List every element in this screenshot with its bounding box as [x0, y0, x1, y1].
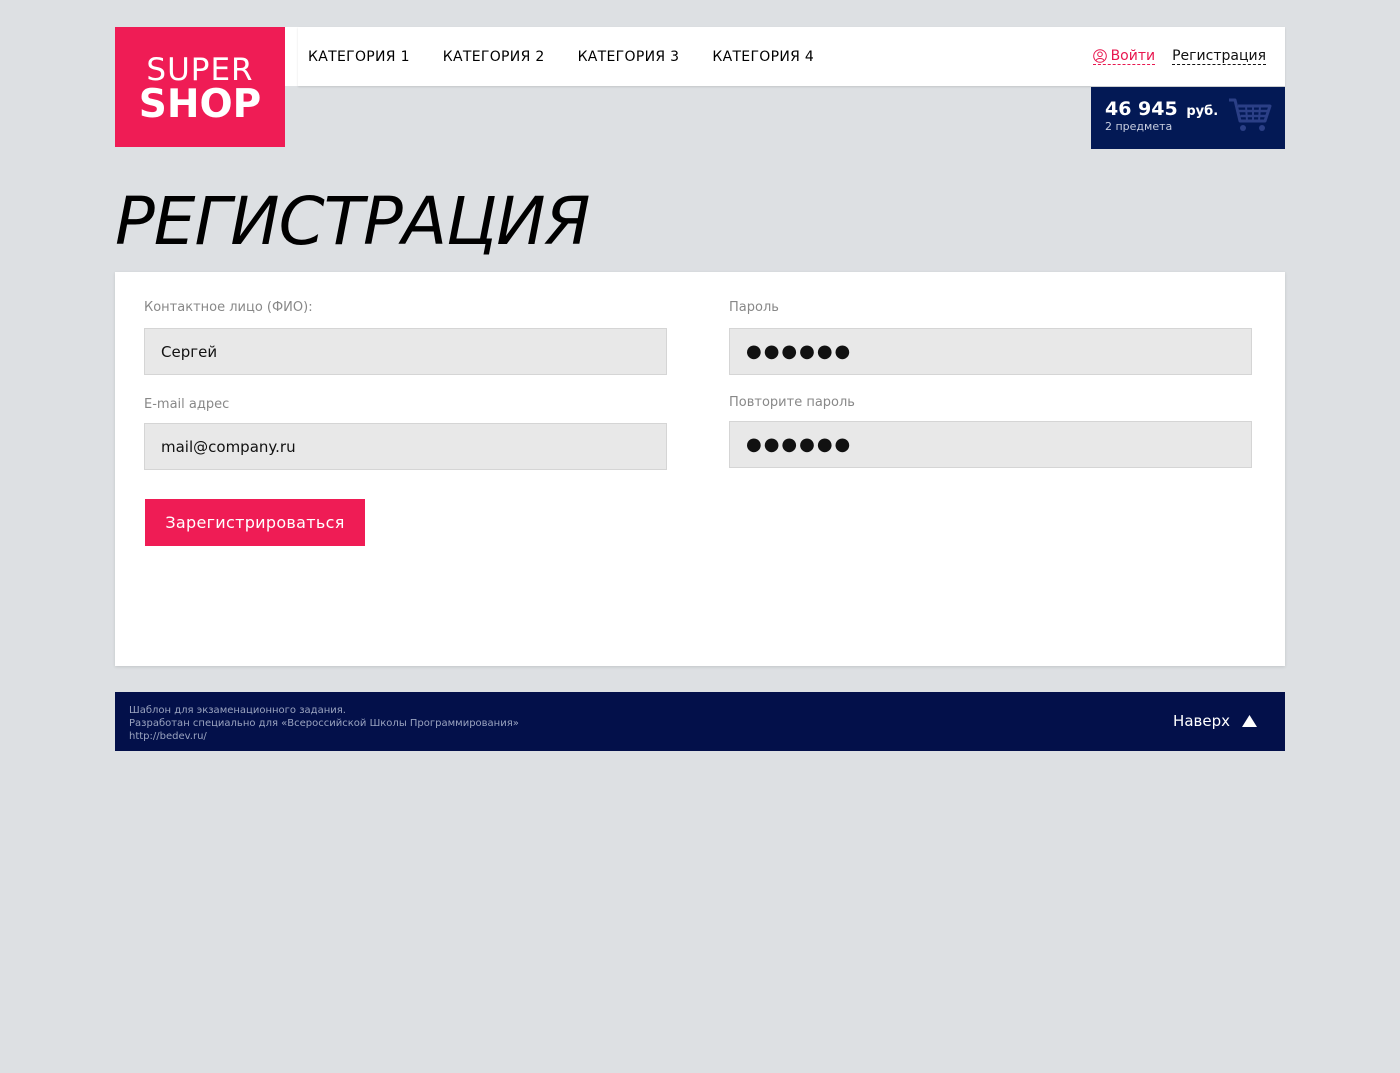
logo[interactable]: SUPER SHOP	[115, 27, 285, 147]
nav-item-category-3[interactable]: КАТЕГОРИЯ 3	[578, 49, 680, 65]
category-nav: КАТЕГОРИЯ 1 КАТЕГОРИЯ 2 КАТЕГОРИЯ 3 КАТЕ…	[308, 27, 847, 86]
footer-text: Шаблон для экзаменационного задания. Раз…	[129, 704, 519, 743]
page-title: РЕГИСТРАЦИЯ	[115, 183, 590, 260]
register-link[interactable]: Регистрация	[1172, 48, 1266, 65]
cart-icon	[1229, 98, 1272, 131]
logo-line-2: SHOP	[138, 82, 262, 127]
name-label: Контактное лицо (ФИО):	[144, 300, 313, 315]
cart-item-count: 2 предмета	[1105, 120, 1173, 133]
cart-total-value: 46 945	[1105, 98, 1178, 120]
footer-line-1: Шаблон для экзаменационного задания.	[129, 705, 346, 716]
topbar-gap	[285, 27, 298, 86]
email-label: E-mail адрес	[144, 397, 230, 412]
email-input[interactable]	[144, 423, 667, 470]
triangle-up-icon	[1242, 715, 1257, 727]
footer-line-2: Разработан специально для «Всероссийской…	[129, 718, 519, 729]
nav-item-category-2[interactable]: КАТЕГОРИЯ 2	[443, 49, 545, 65]
user-icon	[1092, 49, 1107, 63]
nav-item-category-1[interactable]: КАТЕГОРИЯ 1	[308, 49, 410, 65]
footer-line-3[interactable]: http://bedev.ru/	[129, 730, 519, 743]
back-to-top-label: Наверх	[1173, 712, 1230, 730]
cart-currency: руб.	[1186, 104, 1219, 119]
cart-widget[interactable]: 46 945 руб. 2 предмета	[1091, 87, 1285, 149]
repeat-password-input[interactable]	[729, 421, 1252, 468]
login-label: Войти	[1110, 48, 1156, 64]
footer: Шаблон для экзаменационного задания. Раз…	[115, 692, 1285, 751]
register-button[interactable]: Зарегистрироваться	[145, 499, 365, 546]
top-navigation-bar: КАТЕГОРИЯ 1 КАТЕГОРИЯ 2 КАТЕГОРИЯ 3 КАТЕ…	[298, 27, 1285, 86]
auth-links: Войти Регистрация	[1092, 27, 1266, 86]
password-label: Пароль	[729, 300, 779, 315]
name-input[interactable]	[144, 328, 667, 375]
password-input[interactable]	[729, 328, 1252, 375]
back-to-top-link[interactable]: Наверх	[1173, 712, 1257, 730]
nav-item-category-4[interactable]: КАТЕГОРИЯ 4	[712, 49, 814, 65]
registration-form: Контактное лицо (ФИО): E-mail адрес Паро…	[115, 272, 1285, 666]
login-link[interactable]: Войти	[1092, 48, 1156, 65]
repeat-password-label: Повторите пароль	[729, 395, 855, 410]
